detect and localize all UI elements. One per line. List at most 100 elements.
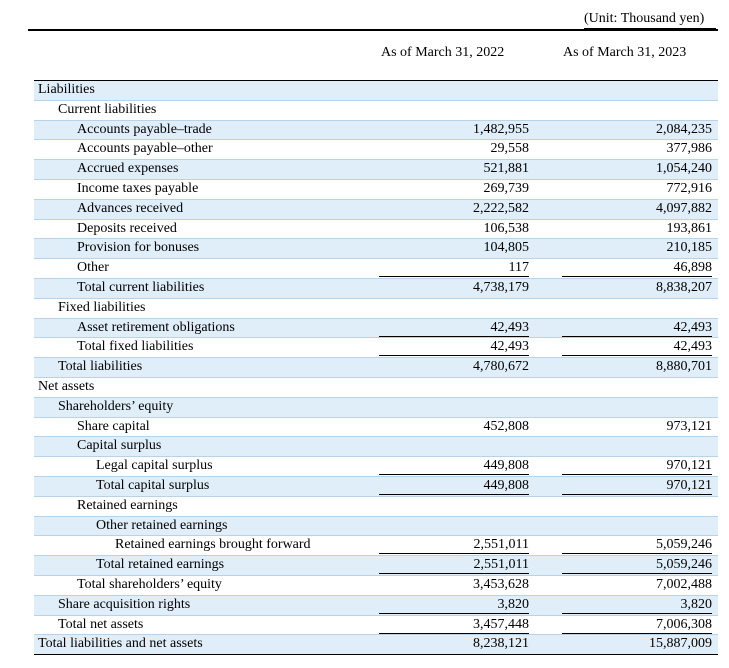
row-label: Accrued expenses — [77, 161, 179, 177]
value-2022: 117 — [379, 260, 529, 278]
row-label: Other retained earnings — [96, 517, 228, 533]
table-row: Accrued expenses 521,881 1,054,240 — [34, 160, 718, 180]
value-2022: 1,482,955 — [473, 121, 529, 137]
row-label: Current liabilities — [58, 101, 157, 117]
table-row: Asset retirement obligations 42,493 42,493 — [34, 318, 718, 339]
value-2022: 8,238,121 — [473, 636, 529, 652]
value-2022: 449,808 — [379, 458, 529, 476]
value-2022: 3,820 — [379, 597, 529, 614]
value-2022: 42,493 — [379, 339, 529, 357]
value-2022: 4,738,179 — [473, 279, 529, 295]
row-label: Liabilities — [38, 82, 95, 97]
value-2023: 5,059,246 — [562, 537, 712, 555]
row-label: Fixed liabilities — [58, 299, 146, 315]
value-2023: 5,059,246 — [562, 557, 712, 575]
row-label: Total capital surplus — [96, 477, 210, 493]
row-label: Deposits received — [77, 220, 177, 236]
row-label: Total shareholders’ equity — [77, 576, 222, 592]
value-2023: 42,493 — [562, 320, 712, 337]
value-2022: 452,808 — [483, 418, 530, 434]
value-2023: 2,084,235 — [656, 121, 712, 137]
row-label: Total retained earnings — [96, 557, 225, 573]
value-2022: 2,222,582 — [473, 200, 529, 216]
value-2023: 8,838,207 — [656, 279, 712, 295]
value-2022: 521,881 — [483, 161, 530, 177]
value-2023: 7,006,308 — [562, 617, 712, 634]
row-label: Shareholders’ equity — [58, 398, 174, 414]
value-2022: 269,739 — [483, 180, 530, 196]
row-label: Accounts payable–other — [77, 141, 213, 157]
value-2022: 2,551,011 — [379, 537, 529, 555]
row-label: Capital surplus — [77, 438, 162, 454]
value-2023: 7,002,488 — [656, 576, 712, 592]
table-row: Net assets — [34, 378, 718, 398]
table-row: Advances received 2,222,582 4,097,882 — [34, 199, 718, 220]
column-header-2023: As of March 31, 2023 — [563, 45, 687, 60]
table-row: Total liabilities 4,780,672 8,880,701 — [34, 358, 718, 378]
row-label: Income taxes payable — [77, 180, 199, 196]
table-row: Total shareholders’ equity 3,453,628 7,002… — [34, 576, 718, 596]
table-row: Share capital 452,808 973,121 — [34, 418, 718, 438]
value-2022: 42,493 — [379, 320, 529, 337]
table-row: Retained earnings brought forward 2,551,0… — [34, 536, 718, 557]
unit-note: (Unit: Thousand yen) — [584, 11, 716, 29]
value-2023: 973,121 — [666, 418, 713, 434]
table-row: Capital surplus — [34, 437, 718, 458]
value-2023: 4,097,882 — [656, 200, 712, 216]
table-row: Accounts payable–other 29,558 377,986 — [34, 140, 718, 161]
table-row: Deposits received 106,538 193,861 — [34, 220, 718, 240]
row-label: Total liabilities and net assets — [38, 636, 203, 652]
table-row: Total capital surplus 449,808 970,121 — [34, 476, 718, 497]
value-2023: 970,121 — [562, 478, 712, 495]
row-label: Net assets — [38, 378, 95, 394]
value-2022: 104,805 — [483, 240, 530, 256]
table-row: Fixed liabilities — [34, 299, 718, 319]
value-2022: 29,558 — [490, 141, 530, 157]
table-row: Other 117 46,898 — [34, 259, 718, 279]
row-label: Total current liabilities — [77, 279, 205, 295]
table-row: Current liabilities — [34, 101, 718, 121]
row-label: Total net assets — [58, 616, 144, 632]
row-label: Advances received — [77, 200, 184, 216]
column-header-2022: As of March 31, 2022 — [381, 45, 505, 60]
value-2023: 377,986 — [666, 141, 713, 157]
value-2023: 970,121 — [562, 458, 712, 476]
table-row: Liabilities — [34, 81, 718, 101]
value-2023: 772,916 — [666, 180, 713, 196]
value-2022: 106,538 — [483, 220, 530, 236]
row-label: Legal capital surplus — [96, 458, 213, 474]
table-row: Legal capital surplus 449,808 970,121 — [34, 457, 718, 477]
row-label: Asset retirement obligations — [77, 319, 235, 335]
value-2022: 2,551,011 — [379, 557, 529, 575]
value-2023: 210,185 — [666, 240, 713, 256]
row-label: Share capital — [77, 418, 150, 434]
value-2022: 3,457,448 — [379, 617, 529, 634]
value-2023: 46,898 — [562, 260, 712, 278]
value-2023: 15,887,009 — [649, 636, 712, 652]
table-row: Total fixed liabilities 42,493 42,493 — [34, 338, 718, 359]
value-2022: 4,780,672 — [473, 359, 529, 375]
row-label: Retained earnings — [77, 497, 178, 513]
value-2023: 193,861 — [666, 220, 713, 236]
table-row: Income taxes payable 269,739 772,916 — [34, 180, 718, 200]
row-label: Total fixed liabilities — [77, 339, 194, 355]
row-label: Accounts payable–trade — [77, 121, 212, 137]
table-row: Total retained earnings 2,551,011 5,059,24… — [34, 556, 718, 576]
table-row: Total net assets 3,457,448 7,006,308 — [34, 616, 718, 636]
table-row: Share acquisition rights 3,820 3,820 — [34, 595, 718, 616]
row-label: Other — [77, 260, 109, 276]
table-row: Accounts payable–trade 1,482,955 2,084,235 — [34, 120, 718, 141]
table-row: Provision for bonuses 104,805 210,185 — [34, 239, 718, 260]
value-2023: 8,880,701 — [656, 359, 712, 375]
value-2023: 42,493 — [562, 339, 712, 357]
value-2023: 1,054,240 — [656, 161, 712, 177]
row-label: Retained earnings brought forward — [115, 537, 311, 553]
table-row: Other retained earnings — [34, 516, 718, 537]
row-label: Total liabilities — [58, 359, 143, 375]
value-2022: 3,453,628 — [473, 576, 529, 592]
table-row: Retained earnings — [34, 497, 718, 517]
table-row: Total liabilities and net assets 8,238,12… — [34, 635, 718, 656]
table-top-rule — [28, 29, 718, 31]
value-2022: 449,808 — [379, 478, 529, 495]
row-label: Share acquisition rights — [58, 596, 191, 612]
